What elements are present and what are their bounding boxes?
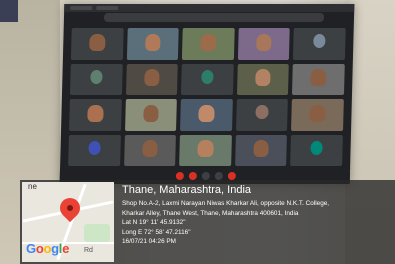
city-line: Thane, Maharashtra, India (122, 184, 252, 196)
browser-tab (96, 6, 119, 10)
video-tile (70, 28, 124, 60)
video-tile (181, 63, 234, 95)
map-road-label: Rd (84, 247, 93, 254)
projected-screen (59, 4, 355, 184)
map-place-label: ne (28, 182, 37, 191)
map-park-area (84, 224, 110, 242)
video-tile (179, 134, 232, 166)
video-tile (69, 99, 122, 131)
corner-object (0, 0, 18, 22)
camera-off-icon (188, 172, 197, 180)
mic-off-icon (175, 172, 184, 180)
video-tile (293, 28, 346, 60)
video-tile (290, 134, 343, 166)
browser-tab (70, 6, 93, 10)
address-line-1: Shop No.A-2, Laxmi Narayan Niwas Kharkar… (122, 200, 330, 207)
address-line-2: Kharkar Alley, Thane West, Thane, Mahara… (122, 209, 299, 217)
google-logo: Google (26, 241, 70, 256)
video-tile (180, 99, 233, 131)
location-info: Thane, Maharashtra, India Shop No.A-2, L… (122, 184, 390, 247)
video-tile (235, 99, 289, 131)
video-tile (291, 99, 344, 131)
video-tile (68, 134, 121, 166)
video-tile (124, 99, 178, 131)
video-tile (182, 28, 235, 60)
map-thumbnail: ne Google Rd (22, 182, 114, 262)
timestamp: 16/07/21 04:26 PM (122, 238, 177, 246)
video-tile-grid (68, 28, 346, 166)
location-pin-dot (67, 205, 73, 211)
video-tile (126, 28, 179, 60)
url-bar (103, 13, 325, 22)
video-tile (292, 63, 345, 95)
video-tile (69, 63, 123, 95)
end-call-icon (227, 172, 236, 180)
browser-tab-strip (64, 4, 355, 12)
video-tile (236, 63, 290, 95)
video-tile (237, 28, 291, 60)
latitude: Lat N 19° 11' 45.9132" (122, 219, 186, 227)
video-tile (234, 134, 288, 166)
present-icon (214, 172, 223, 180)
longitude: Long E 72° 58' 47.2116" (122, 228, 191, 236)
video-tile (123, 134, 177, 166)
captions-icon (201, 172, 210, 180)
video-tile (125, 63, 178, 95)
